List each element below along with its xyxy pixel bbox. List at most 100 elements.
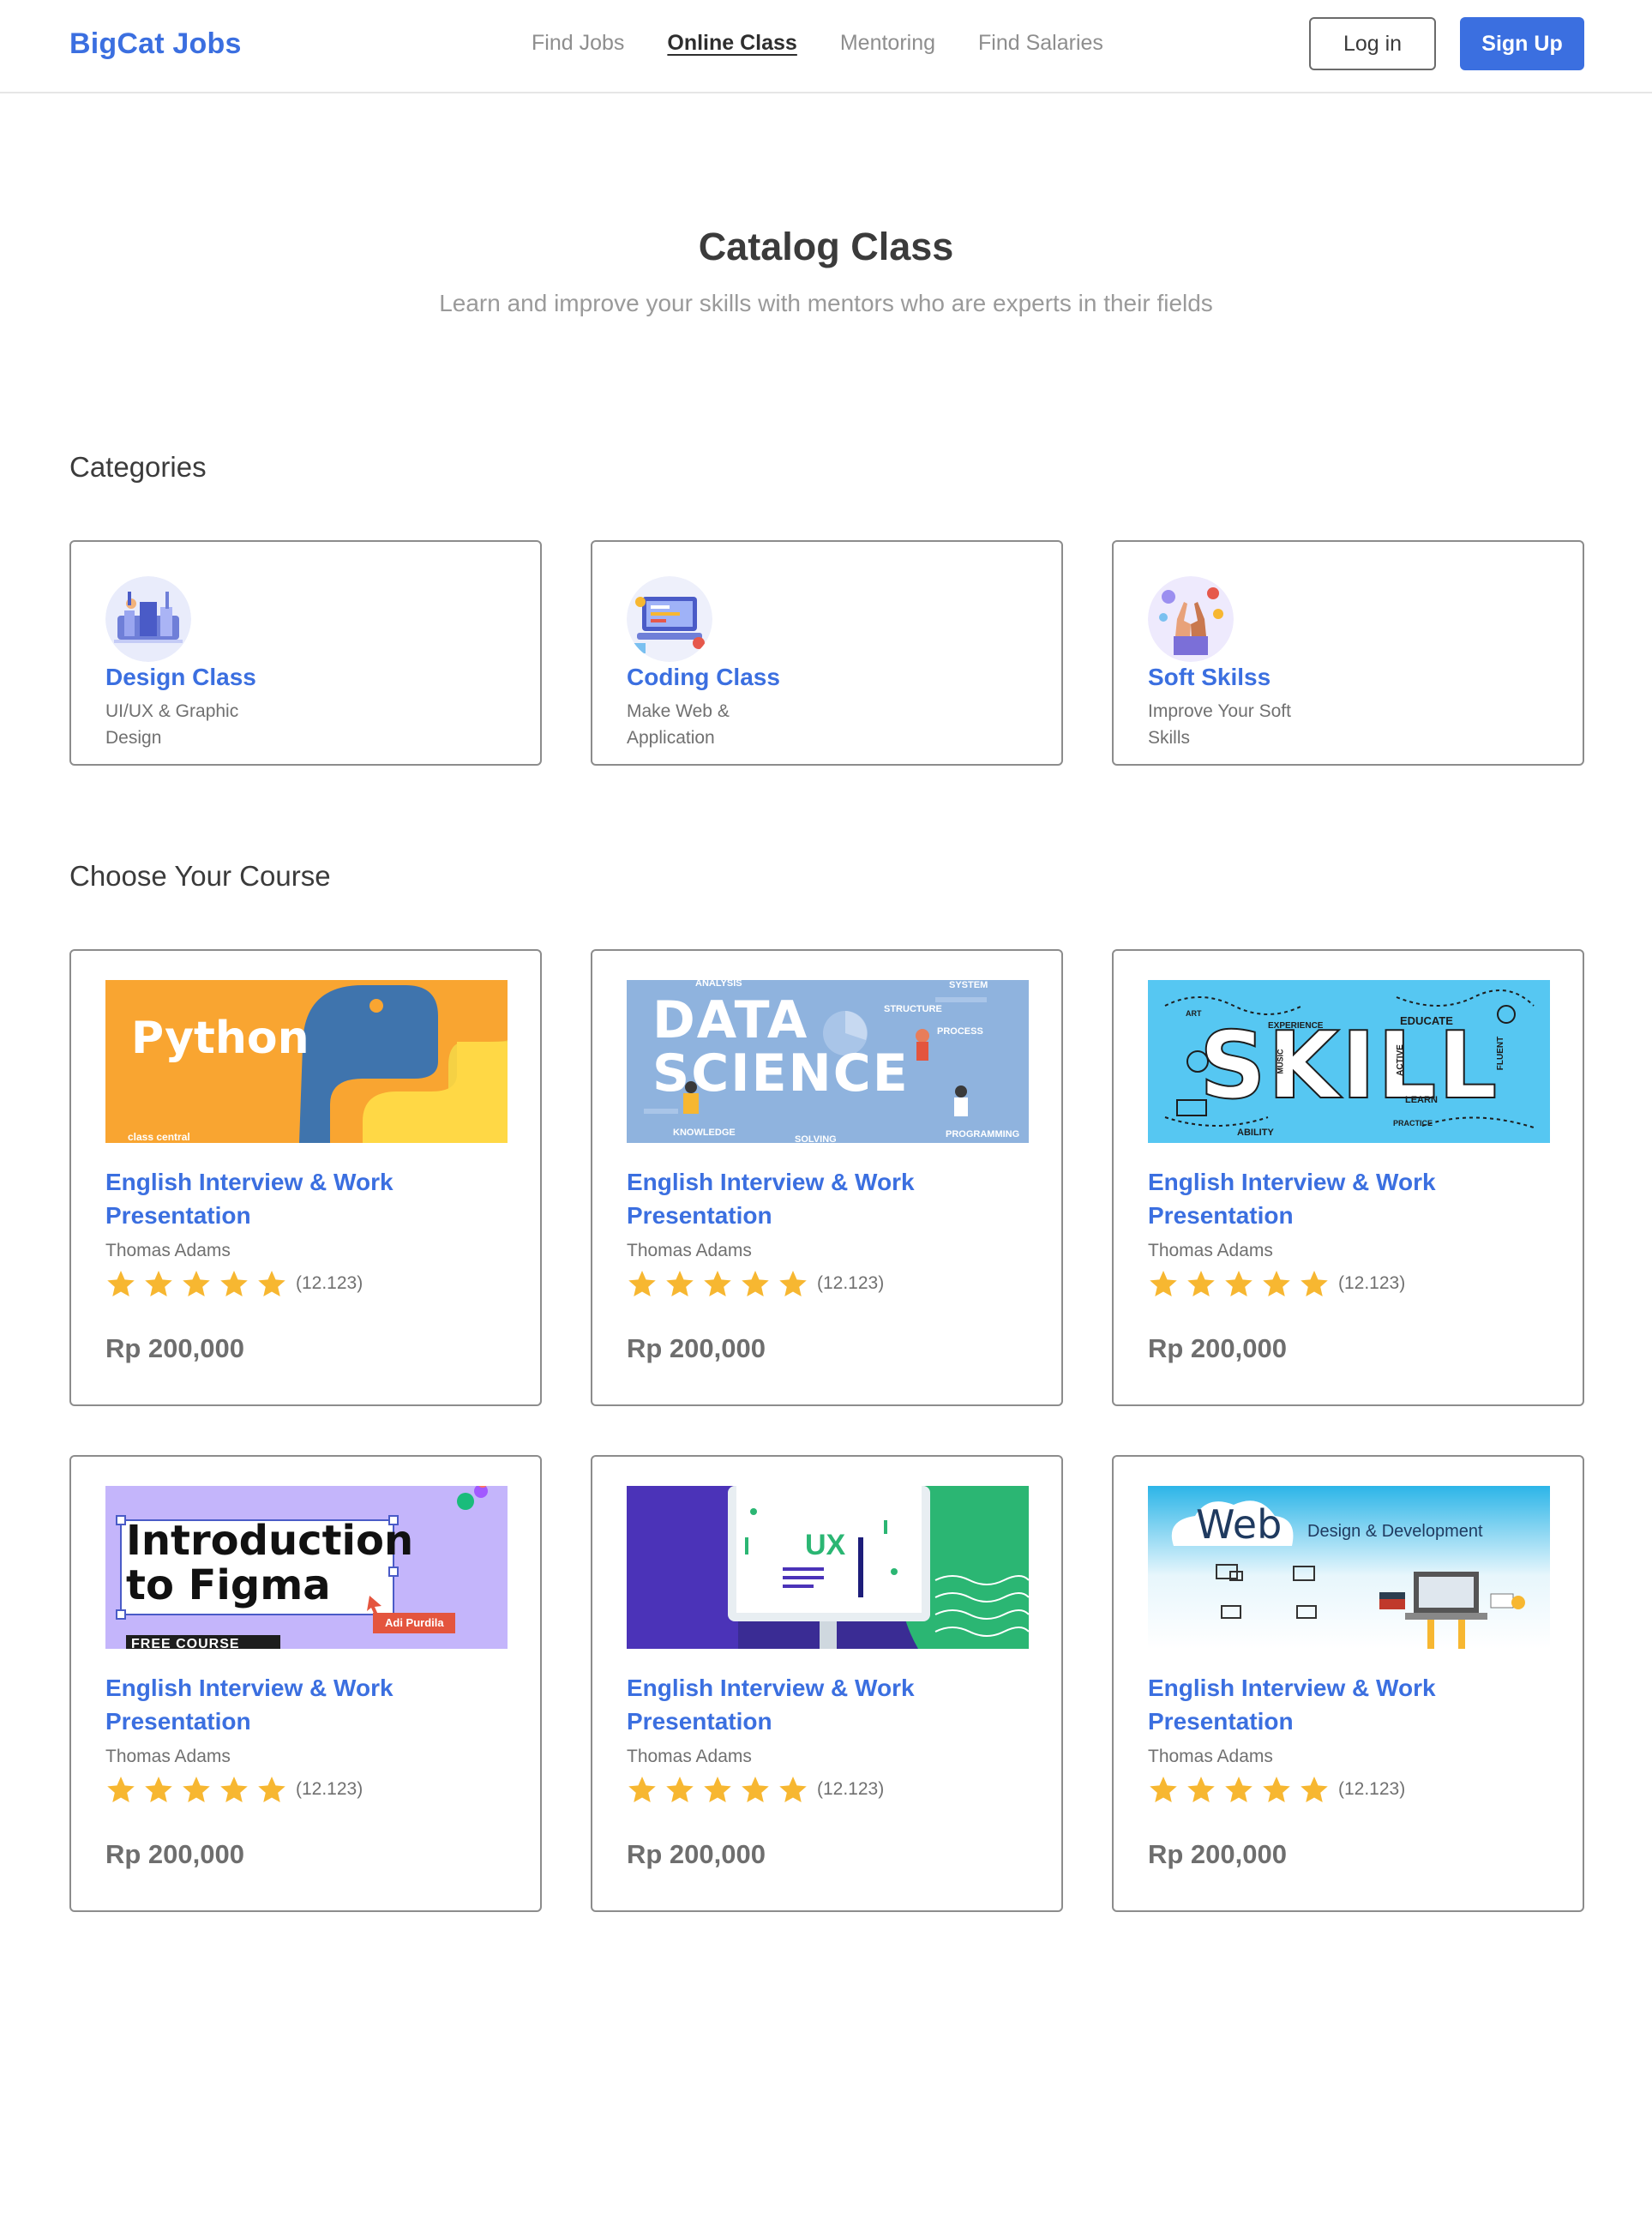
course-thumbnail-skill: SKILL ART EXPERIENCE EDUCATE MUSIC ACTIV… — [1148, 980, 1550, 1143]
course-rating: (12.123) — [105, 1774, 363, 1805]
category-desc: UI/UX & Graphic Design — [105, 701, 239, 748]
category-card-soft-skills[interactable]: Soft Skilss Improve Your Soft Skills — [1112, 540, 1584, 766]
categories-heading: Categories — [69, 451, 207, 483]
course-card[interactable]: Web Design & Development English Intervi… — [1112, 1455, 1584, 1912]
star-icon — [107, 1777, 135, 1802]
course-card[interactable]: Introduction to Figma Adi Purdila FREE C… — [69, 1455, 542, 1912]
top-navbar: BigCat Jobs Find Jobs Online Class Mento… — [0, 0, 1652, 93]
page-subtitle: Learn and improve your skills with mento… — [439, 290, 1213, 316]
thumbnail-title: Python — [131, 1013, 309, 1064]
star-icon — [220, 1777, 248, 1802]
category-title: Design Class — [105, 664, 256, 690]
star-icon — [1187, 1271, 1215, 1296]
course-price: Rp 200,000 — [105, 1839, 244, 1869]
star-icon — [666, 1777, 694, 1802]
thumbnail-word: MUSIC — [1276, 1049, 1285, 1074]
signup-button[interactable]: Sign Up — [1460, 17, 1584, 70]
course-title[interactable]: English Interview & Work Presentation — [1148, 1671, 1542, 1738]
course-price: Rp 200,000 — [627, 1839, 766, 1869]
course-rating: (12.123) — [627, 1774, 884, 1805]
nav-mentoring[interactable]: Mentoring — [840, 31, 935, 56]
course-card[interactable]: DATA SCIENCE ANALYSIS STRUCTURE PROCESS … — [591, 949, 1063, 1406]
star-icon — [666, 1271, 694, 1296]
thumbnail-title: UX — [805, 1529, 846, 1561]
course-thumbnail-ux: UX — [627, 1486, 1029, 1649]
thumbnail-word: FLUENT — [1496, 1036, 1506, 1071]
nav-online-class[interactable]: Online Class — [667, 31, 796, 56]
course-author: Thomas Adams — [627, 1747, 752, 1766]
course-price: Rp 200,000 — [1148, 1333, 1287, 1363]
star-icon — [1150, 1271, 1177, 1296]
thumbnail-badge: Adi Purdila — [385, 1616, 444, 1629]
rating-count: (12.123) — [296, 1273, 363, 1293]
course-title[interactable]: English Interview & Work Presentation — [1148, 1165, 1542, 1232]
star-icon — [742, 1777, 769, 1802]
star-icon — [779, 1777, 807, 1802]
thumbnail-word: PRACTICE — [1393, 1119, 1433, 1128]
star-icon — [779, 1271, 807, 1296]
page-title: Catalog Class — [698, 225, 954, 268]
course-rating: (12.123) — [627, 1268, 884, 1299]
thumbnail-word: ART — [1186, 1009, 1202, 1018]
star-icon — [145, 1271, 172, 1296]
nav-find-jobs[interactable]: Find Jobs — [532, 31, 624, 56]
thumbnail-word: KNOWLEDGE — [673, 1128, 736, 1138]
course-thumbnail-web: Web Design & Development — [1148, 1486, 1550, 1649]
star-icon — [145, 1777, 172, 1802]
star-icon — [183, 1271, 210, 1296]
course-card[interactable]: SKILL ART EXPERIENCE EDUCATE MUSIC ACTIV… — [1112, 949, 1584, 1406]
star-icon — [1225, 1777, 1253, 1802]
course-thumbnail-python: Python class central — [105, 980, 508, 1143]
soft-skills-illustration-icon — [1148, 576, 1234, 662]
course-title[interactable]: English Interview & Work Presentation — [627, 1165, 1021, 1232]
course-price: Rp 200,000 — [105, 1333, 244, 1363]
star-icon — [183, 1777, 210, 1802]
category-card-coding[interactable]: Coding Class Make Web & Application — [591, 540, 1063, 766]
thumbnail-title: Introduction to Figma — [126, 1517, 414, 1609]
star-icon — [742, 1271, 769, 1296]
star-icon — [628, 1271, 656, 1296]
nav-find-salaries[interactable]: Find Salaries — [978, 31, 1103, 56]
thumbnail-word: LEARN — [1405, 1095, 1438, 1105]
star-icon — [258, 1777, 285, 1802]
category-desc: Improve Your Soft Skills — [1148, 701, 1291, 748]
course-author: Thomas Adams — [105, 1747, 231, 1766]
category-card-design[interactable]: Design Class UI/UX & Graphic Design — [69, 540, 542, 766]
login-button[interactable]: Log in — [1309, 17, 1436, 70]
course-rating: (12.123) — [1148, 1774, 1405, 1805]
thumbnail-footer: FREE COURSE — [131, 1637, 240, 1649]
course-title[interactable]: English Interview & Work Presentation — [105, 1671, 500, 1738]
star-icon — [1263, 1777, 1290, 1802]
rating-count: (12.123) — [817, 1273, 885, 1293]
course-title[interactable]: English Interview & Work Presentation — [627, 1671, 1021, 1738]
rating-count: (12.123) — [1338, 1273, 1406, 1293]
thumbnail-word: SYSTEM — [949, 980, 988, 990]
thumbnail-word: EXPERIENCE — [1268, 1021, 1324, 1031]
rating-count: (12.123) — [1338, 1779, 1406, 1799]
brand-logo[interactable]: BigCat Jobs — [69, 27, 242, 61]
main-nav: Find Jobs Online Class Mentoring Find Sa… — [532, 31, 1103, 56]
thumbnail-subtitle: Design & Development — [1307, 1522, 1483, 1541]
course-title[interactable]: English Interview & Work Presentation — [105, 1165, 500, 1232]
course-price: Rp 200,000 — [1148, 1839, 1287, 1869]
star-icon — [107, 1271, 135, 1296]
thumbnail-word: ABILITY — [1237, 1128, 1274, 1138]
course-card[interactable]: UX English Interview & Work Presentation… — [591, 1455, 1063, 1912]
star-icon — [220, 1271, 248, 1296]
star-icon — [1301, 1271, 1328, 1296]
course-rating: (12.123) — [1148, 1268, 1405, 1299]
course-card[interactable]: Python class central English Interview &… — [69, 949, 542, 1406]
star-icon — [1225, 1271, 1253, 1296]
thumbnail-title: SKILL — [1198, 1013, 1499, 1120]
category-title: Coding Class — [627, 664, 780, 690]
thumbnail-word: SOLVING — [795, 1134, 837, 1143]
thumbnail-word: ACTIVE — [1395, 1044, 1405, 1076]
thumbnail-word: EDUCATE — [1400, 1014, 1453, 1027]
thumbnail-word: ANALYSIS — [695, 980, 742, 989]
thumbnail-title: DATA SCIENCE — [652, 990, 910, 1103]
star-icon — [1263, 1271, 1290, 1296]
star-icon — [1150, 1777, 1177, 1802]
thumbnail-title: Web — [1196, 1501, 1283, 1548]
design-illustration-icon — [105, 576, 191, 662]
course-rating: (12.123) — [105, 1268, 363, 1299]
